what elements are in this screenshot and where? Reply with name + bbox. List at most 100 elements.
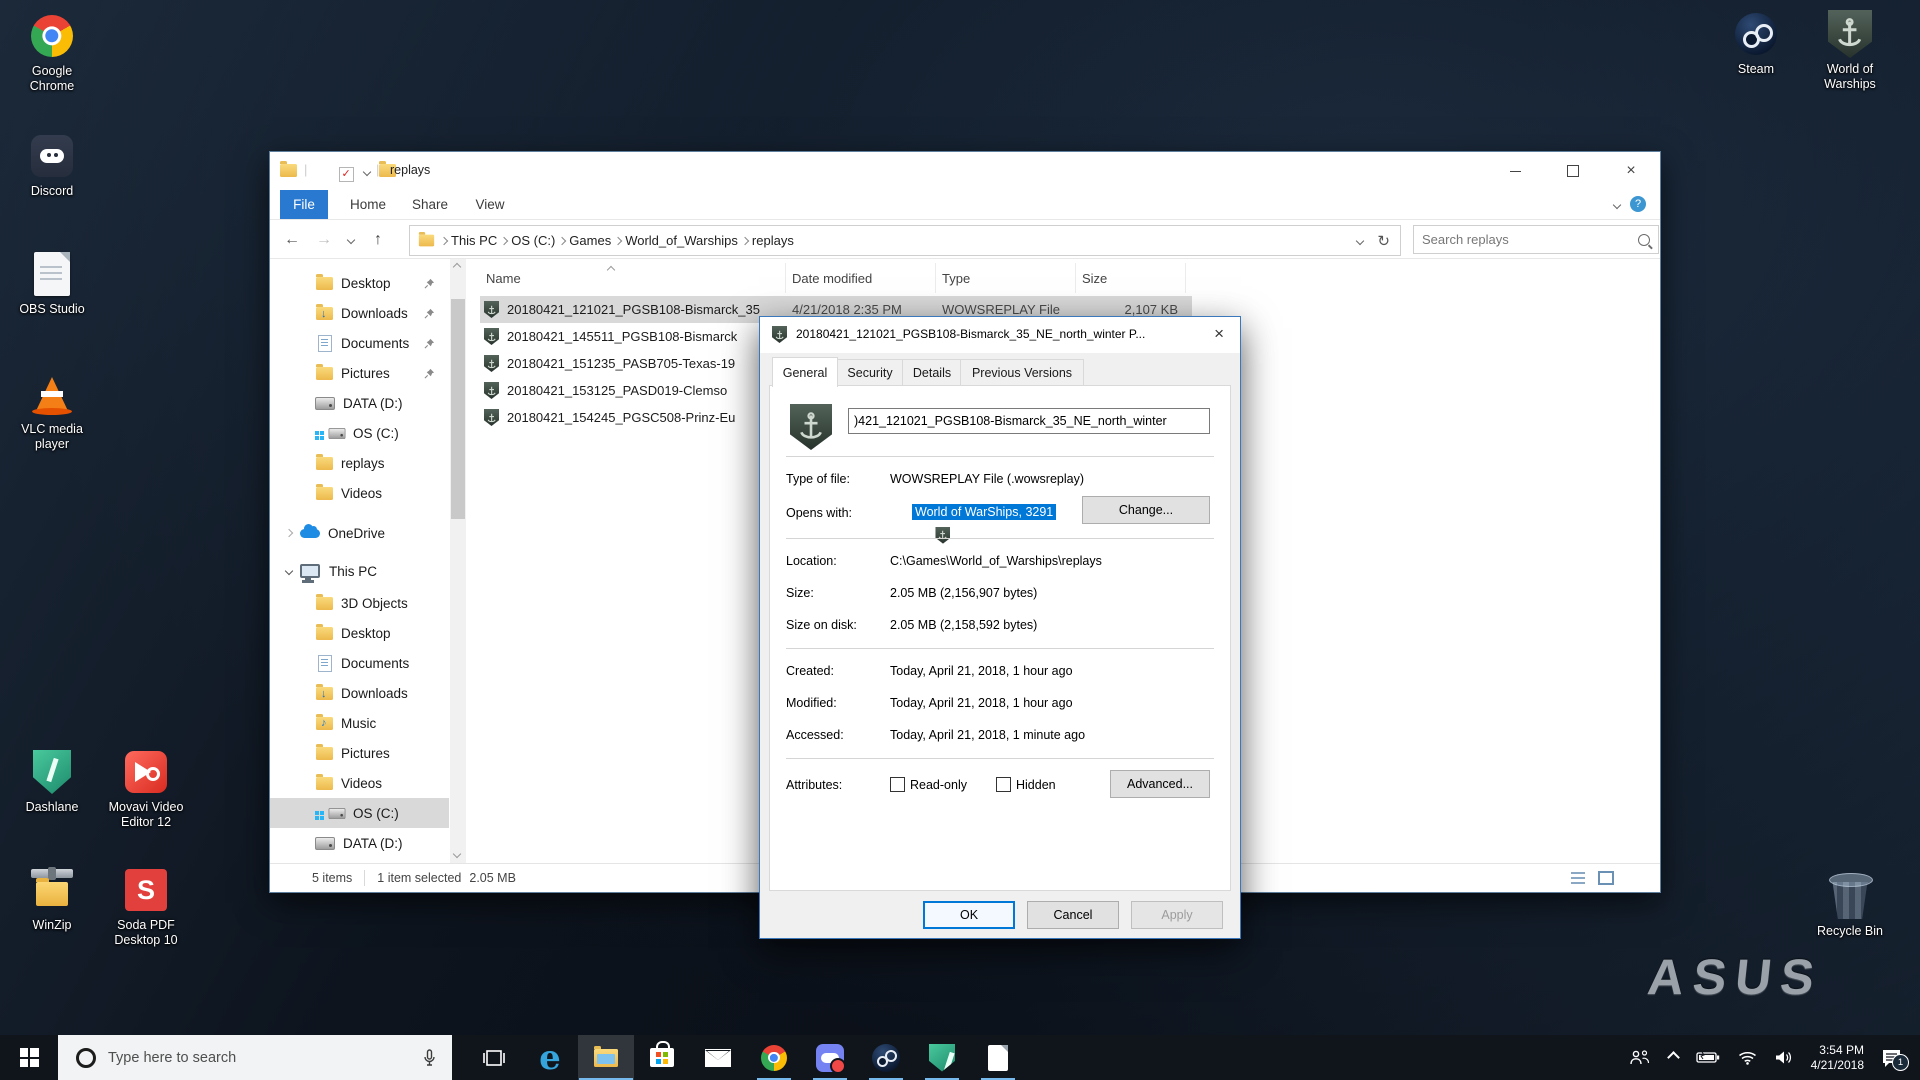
qat-customize-chevron-icon[interactable] bbox=[363, 168, 371, 176]
menu-file[interactable]: File bbox=[280, 190, 328, 219]
microphone-icon[interactable] bbox=[423, 1049, 436, 1067]
explorer-titlebar[interactable]: | ✓ | replays × bbox=[270, 152, 1660, 190]
menu-view[interactable]: View bbox=[464, 190, 516, 219]
cancel-button[interactable]: Cancel bbox=[1027, 901, 1119, 929]
battery-icon[interactable] bbox=[1696, 1051, 1720, 1064]
filename-input[interactable] bbox=[848, 408, 1210, 434]
taskbar-app-document[interactable] bbox=[970, 1035, 1026, 1080]
forward-button[interactable]: → bbox=[310, 225, 338, 255]
desktop-icon-steam[interactable]: Steam bbox=[1712, 10, 1800, 77]
sidebar-item-desktop[interactable]: Desktop bbox=[270, 618, 449, 648]
sidebar-item-onedrive[interactable]: OneDrive bbox=[270, 518, 449, 548]
taskbar-app-store[interactable] bbox=[634, 1035, 690, 1080]
advanced-button[interactable]: Advanced... bbox=[1110, 770, 1210, 798]
up-button[interactable]: ↑ bbox=[364, 225, 392, 255]
menu-share[interactable]: Share bbox=[402, 190, 458, 219]
sidebar-item-this-pc[interactable]: This PC bbox=[270, 556, 449, 586]
address-bar[interactable]: This PC OS (C:) Games World_of_Warships … bbox=[409, 225, 1401, 256]
tab-security[interactable]: Security bbox=[836, 359, 904, 386]
close-button[interactable]: × bbox=[1602, 152, 1660, 190]
start-button[interactable] bbox=[0, 1035, 58, 1080]
column-header-size[interactable]: Size bbox=[1076, 263, 1186, 293]
file-row[interactable]: 20180421_145511_PGSB108-Bismarck bbox=[480, 323, 786, 350]
file-row[interactable]: 20180421_154245_PGSC508-Prinz-Eu bbox=[480, 404, 786, 431]
desktop-icon-world-of-warships[interactable]: World of Warships bbox=[1806, 10, 1894, 92]
sidebar-item-downloads-quick[interactable]: ↓ Downloads bbox=[270, 298, 449, 328]
sidebar-item-pictures[interactable]: Pictures bbox=[270, 738, 449, 768]
taskbar-app-file-explorer[interactable] bbox=[578, 1035, 634, 1080]
scroll-up-icon[interactable] bbox=[453, 263, 461, 271]
sidebar-item-documents[interactable]: Documents bbox=[270, 648, 449, 678]
tab-general[interactable]: General bbox=[772, 357, 838, 387]
taskbar-app-dashlane[interactable] bbox=[914, 1035, 970, 1080]
desktop-icon-soda-pdf[interactable]: S Soda PDF Desktop 10 bbox=[102, 866, 190, 948]
search-box[interactable]: Search replays bbox=[1413, 225, 1659, 254]
column-header-type[interactable]: Type bbox=[936, 263, 1076, 293]
taskbar-clock[interactable]: 3:54 PM 4/21/2018 bbox=[1811, 1043, 1864, 1073]
wifi-icon[interactable] bbox=[1738, 1050, 1757, 1065]
minimize-button[interactable] bbox=[1486, 152, 1544, 190]
taskbar-app-steam[interactable] bbox=[858, 1035, 914, 1080]
desktop-icon-vlc[interactable]: VLC media player bbox=[8, 370, 96, 452]
scrollbar-thumb[interactable] bbox=[451, 299, 465, 519]
read-only-checkbox[interactable] bbox=[890, 777, 905, 792]
maximize-button[interactable] bbox=[1544, 152, 1602, 190]
breadcrumb-os-c[interactable]: OS (C:) bbox=[507, 233, 559, 248]
taskbar-app-chrome[interactable] bbox=[746, 1035, 802, 1080]
sidebar-item-data-d-quick[interactable]: DATA (D:) bbox=[270, 388, 449, 418]
desktop-icon-obs-studio[interactable]: OBS Studio bbox=[8, 250, 96, 317]
desktop-icon-google-chrome[interactable]: Google Chrome bbox=[8, 12, 96, 94]
taskbar-app-discord[interactable] bbox=[802, 1035, 858, 1080]
scroll-down-icon[interactable] bbox=[453, 850, 461, 858]
desktop-icon-recycle-bin[interactable]: Recycle Bin bbox=[1806, 872, 1894, 939]
back-button[interactable]: ← bbox=[278, 225, 306, 255]
people-icon[interactable] bbox=[1629, 1049, 1651, 1066]
desktop-icon-movavi[interactable]: Movavi Video Editor 12 bbox=[102, 748, 190, 830]
search-icon[interactable] bbox=[1638, 234, 1650, 246]
sidebar-item-videos-quick[interactable]: Videos bbox=[270, 478, 449, 508]
tab-previous-versions[interactable]: Previous Versions bbox=[960, 359, 1084, 386]
help-icon[interactable]: ? bbox=[1630, 196, 1646, 212]
sidebar-item-pictures-quick[interactable]: Pictures bbox=[270, 358, 449, 388]
refresh-icon[interactable]: ↻ bbox=[1377, 232, 1390, 250]
ok-button[interactable]: OK bbox=[923, 901, 1015, 929]
volume-icon[interactable] bbox=[1775, 1050, 1794, 1065]
dialog-close-icon[interactable]: × bbox=[1214, 324, 1224, 344]
dialog-titlebar[interactable]: 20180421_121021_PGSB108-Bismarck_35_NE_n… bbox=[760, 317, 1240, 353]
details-view-icon[interactable] bbox=[1570, 871, 1586, 885]
file-row[interactable]: 20180421_153125_PASD019-Clemso bbox=[480, 377, 786, 404]
sidebar-item-desktop-quick[interactable]: Desktop bbox=[270, 268, 449, 298]
sidebar-item-videos[interactable]: Videos bbox=[270, 768, 449, 798]
taskbar-app-edge[interactable]: e bbox=[522, 1035, 578, 1080]
qat-properties-check-icon[interactable]: ✓ bbox=[339, 167, 354, 182]
sidebar-item-data-d[interactable]: DATA (D:) bbox=[270, 828, 449, 858]
hidden-icons-chevron-icon[interactable] bbox=[1669, 1053, 1678, 1062]
collapse-chevron-icon[interactable] bbox=[285, 567, 293, 575]
desktop-icon-dashlane[interactable]: Dashlane bbox=[8, 748, 96, 815]
desktop-icon-winzip[interactable]: WinZip bbox=[8, 866, 96, 933]
breadcrumb-replays[interactable]: replays bbox=[748, 233, 798, 248]
breadcrumb-this-pc[interactable]: This PC bbox=[447, 233, 501, 248]
breadcrumb-games[interactable]: Games bbox=[565, 233, 615, 248]
column-header-date-modified[interactable]: Date modified bbox=[786, 263, 936, 293]
column-header-name[interactable]: Name bbox=[480, 263, 786, 293]
sidebar-item-replays-quick[interactable]: replays bbox=[270, 448, 449, 478]
sidebar-item-3d-objects[interactable]: 3D Objects bbox=[270, 588, 449, 618]
ribbon-expand-chevron-icon[interactable] bbox=[1613, 201, 1621, 209]
task-view-button[interactable] bbox=[466, 1035, 522, 1080]
apply-button[interactable]: Apply bbox=[1131, 901, 1223, 929]
menu-home[interactable]: Home bbox=[340, 190, 396, 219]
sidebar-item-downloads[interactable]: ↓ Downloads bbox=[270, 678, 449, 708]
desktop-icon-discord[interactable]: Discord bbox=[8, 132, 96, 199]
address-dropdown-chevron-icon[interactable] bbox=[1356, 236, 1364, 244]
large-icons-view-icon[interactable] bbox=[1598, 871, 1614, 885]
file-row[interactable]: 20180421_151235_PASB705-Texas-19 bbox=[480, 350, 786, 377]
hidden-checkbox[interactable] bbox=[996, 777, 1011, 792]
sidebar-item-os-c-quick[interactable]: OS (C:) bbox=[270, 418, 449, 448]
breadcrumb-world-of-warships[interactable]: World_of_Warships bbox=[621, 233, 742, 248]
sidebar-scrollbar[interactable] bbox=[450, 259, 466, 864]
sidebar-item-documents-quick[interactable]: Documents bbox=[270, 328, 449, 358]
expand-chevron-icon[interactable] bbox=[285, 529, 293, 537]
action-center-button[interactable]: 1 bbox=[1881, 1049, 1902, 1067]
recent-locations-chevron-icon[interactable] bbox=[347, 236, 355, 244]
